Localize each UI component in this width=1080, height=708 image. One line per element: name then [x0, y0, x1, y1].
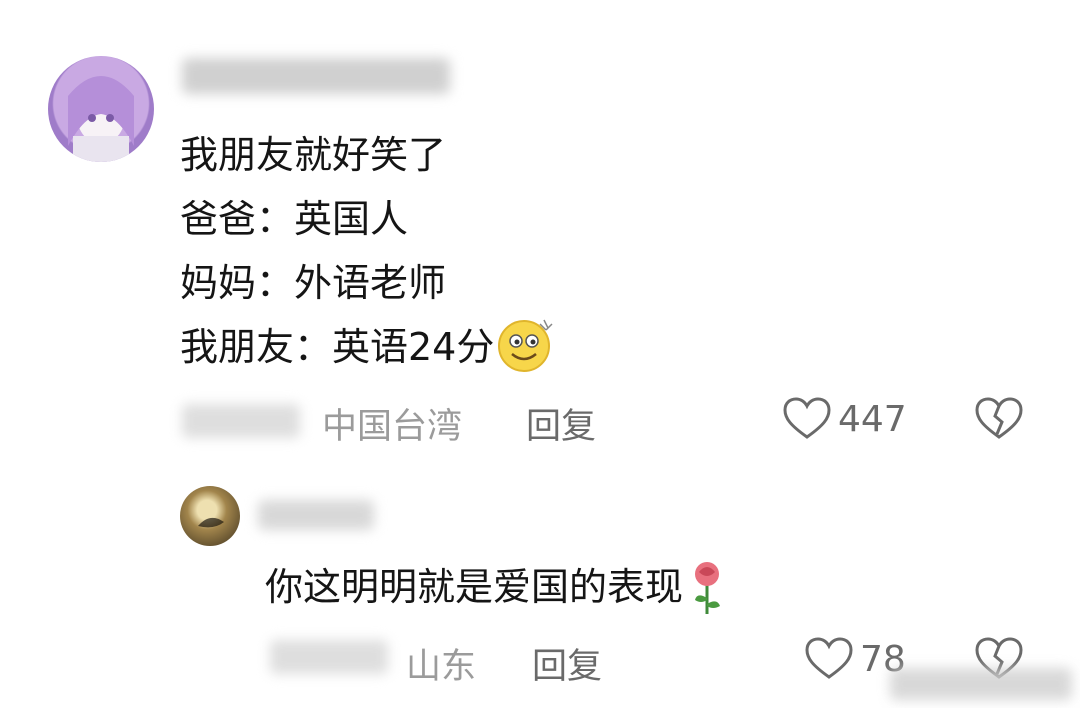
comment-line: 妈妈：外语老师 — [180, 261, 447, 305]
heart-icon — [805, 637, 853, 679]
like-count: 447 — [838, 398, 907, 440]
rose-icon — [695, 562, 721, 614]
user-tag-blurred — [182, 404, 300, 438]
reply-text: 你这明明就是爱国的表现 — [265, 565, 684, 609]
reply-body: 你这明明就是爱国的表现 — [265, 558, 727, 616]
like-button[interactable]: 447 — [782, 396, 907, 442]
heart-icon — [783, 397, 831, 439]
user-tag-blurred — [270, 640, 388, 674]
reply-button[interactable]: 回复 — [526, 398, 596, 449]
smirk-emoji-icon — [498, 319, 553, 372]
username-blurred[interactable] — [182, 58, 450, 94]
avatar[interactable] — [180, 486, 240, 546]
avatar-illustration — [68, 76, 134, 162]
comment-body: 我朋友就好笑了 爸爸：英国人 妈妈：外语老师 我朋友：英语24分 — [180, 128, 556, 374]
comment-line: 爸爸：英国人 — [180, 197, 409, 241]
dislike-button[interactable] — [974, 396, 1024, 446]
reply-location: 山东 — [406, 647, 477, 687]
comment-line: 我朋友就好笑了 — [180, 133, 447, 177]
avatar[interactable] — [48, 56, 154, 162]
comment-location: 中国台湾 — [322, 407, 463, 447]
username-blurred[interactable] — [258, 500, 374, 530]
watermark-blurred — [890, 668, 1072, 700]
comment-line: 我朋友：英语24分 — [180, 325, 495, 369]
reply-button[interactable]: 回复 — [532, 638, 602, 689]
avatar-illustration — [198, 517, 224, 528]
broken-heart-icon — [975, 397, 1023, 439]
